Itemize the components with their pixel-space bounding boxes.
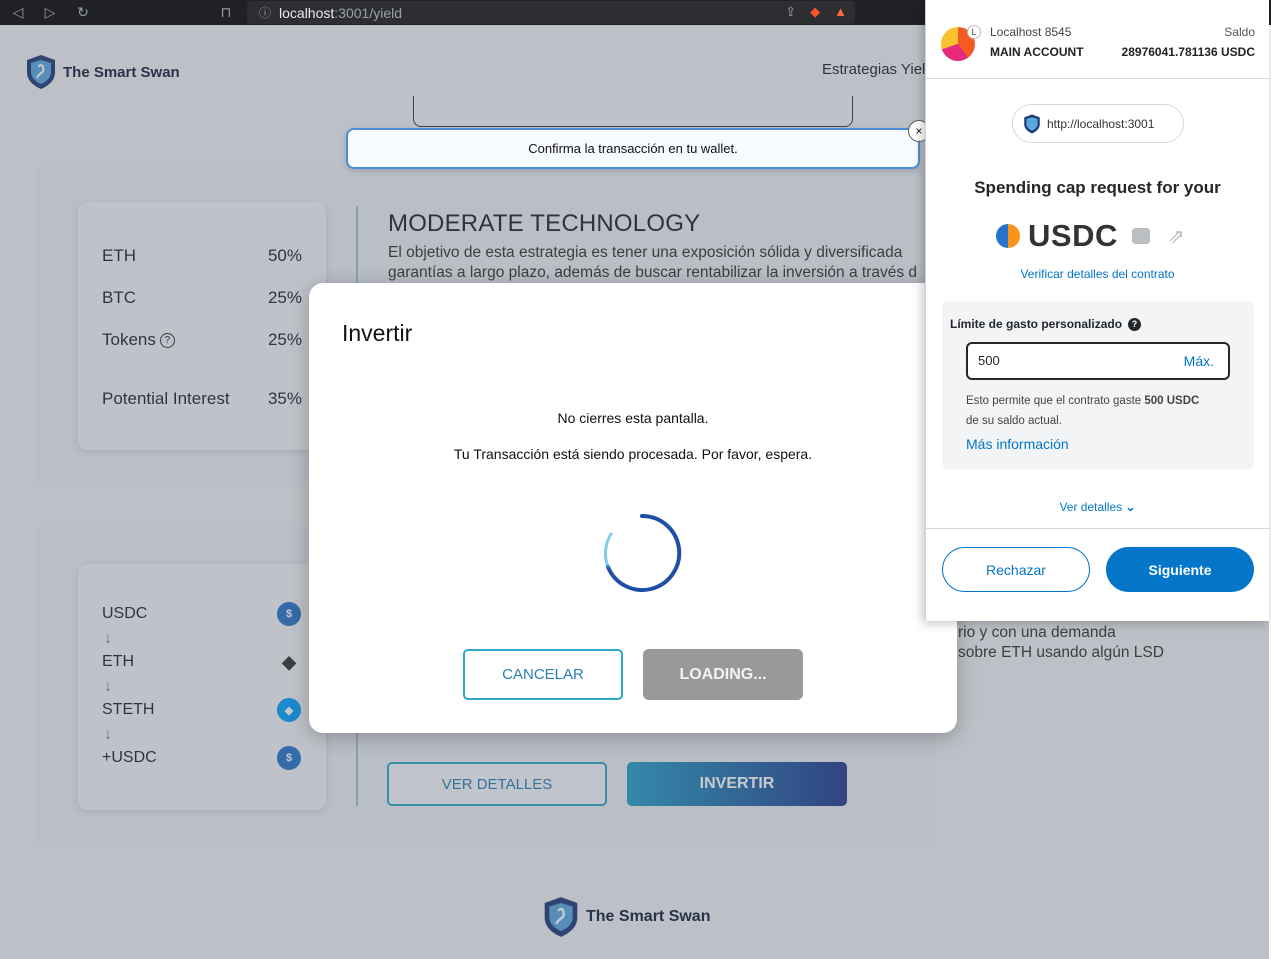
more-info-link[interactable]: Más información — [966, 436, 1069, 452]
balance-value: 28976041.781136 USDC — [1121, 45, 1255, 59]
wallet-header: L Localhost 8545 MAIN ACCOUNT Saldo 2897… — [926, 0, 1270, 79]
limit-help-text: Esto permite que el contrato gaste 500 U… — [966, 391, 1236, 431]
footer-divider — [926, 528, 1270, 529]
token-row: USDC ⇗ — [996, 218, 1185, 254]
origin-pill: http://localhost:3001 — [1012, 104, 1184, 143]
help-text: de su saldo actual. — [966, 415, 1062, 427]
chevron-down-icon: ⌄ — [1125, 500, 1136, 514]
balance-label: Saldo — [1224, 25, 1255, 39]
verify-contract-link[interactable]: Verificar detalles del contrato — [926, 267, 1269, 281]
modal-warning: No cierres esta pantalla. — [557, 410, 709, 426]
spending-limit-input-wrapper: Máx. — [966, 342, 1230, 380]
token-logo-icon — [996, 224, 1020, 248]
next-button[interactable]: Siguiente — [1106, 547, 1254, 592]
url-path: :3001/yield — [334, 4, 402, 21]
max-button[interactable]: Máx. — [1184, 353, 1214, 369]
loading-spinner-icon — [603, 513, 682, 592]
toast-message: Confirma la transacción en tu wallet. — [528, 141, 738, 156]
site-info-icon[interactable]: ⓘ — [259, 4, 271, 21]
back-icon[interactable]: ◁ — [8, 2, 28, 22]
share-icon[interactable]: ⇪ — [785, 4, 796, 20]
url-host: localhost — [279, 4, 335, 21]
cancel-button[interactable]: CANCELAR — [463, 649, 623, 700]
wallet-popup: L Localhost 8545 MAIN ACCOUNT Saldo 2897… — [925, 0, 1270, 621]
brave-shield-icon[interactable]: ◆ — [810, 4, 820, 20]
help-text: Esto permite que el contrato gaste — [966, 395, 1142, 407]
wallet-confirm-toast: Confirma la transacción en tu wallet. × — [346, 120, 930, 169]
network-badge-icon: L — [967, 25, 981, 39]
copy-icon[interactable] — [1131, 228, 1150, 244]
view-details-label: Ver detalles — [1059, 500, 1123, 514]
external-link-icon[interactable]: ⇗ — [1168, 224, 1185, 249]
reject-button[interactable]: Rechazar — [942, 547, 1090, 592]
network-name: Localhost 8545 — [990, 25, 1072, 39]
invest-modal: Invertir No cierres esta pantalla. Tu Tr… — [309, 283, 957, 733]
site-favicon-icon — [1024, 114, 1040, 133]
token-symbol: USDC — [1028, 218, 1118, 253]
address-bar[interactable]: ⓘ localhost:3001/yield ⇪ ◆ ▲ — [247, 1, 855, 24]
forward-icon[interactable]: ▷ — [40, 2, 60, 22]
request-title: Spending cap request for your — [974, 178, 1221, 197]
question-icon[interactable]: ? — [1128, 317, 1142, 331]
limit-label-text: Límite de gasto personalizado — [950, 317, 1123, 331]
limit-label: Límite de gasto personalizado ? — [950, 317, 1142, 331]
account-name: MAIN ACCOUNT — [990, 45, 1084, 59]
help-amount: 500 USDC — [1144, 395, 1200, 407]
loading-button: LOADING... — [643, 649, 803, 700]
brave-rewards-icon[interactable]: ▲ — [834, 4, 847, 20]
spending-limit-input[interactable] — [978, 353, 1158, 368]
reload-icon[interactable]: ↻ — [73, 2, 93, 22]
view-details-toggle[interactable]: Ver detalles ⌄ — [926, 500, 1269, 514]
bookmark-icon[interactable]: ⊓ — [216, 2, 236, 22]
origin-url: http://localhost:3001 — [1047, 116, 1155, 131]
modal-title: Invertir — [342, 320, 413, 346]
modal-status: Tu Transacción está siendo procesada. Po… — [453, 446, 813, 462]
